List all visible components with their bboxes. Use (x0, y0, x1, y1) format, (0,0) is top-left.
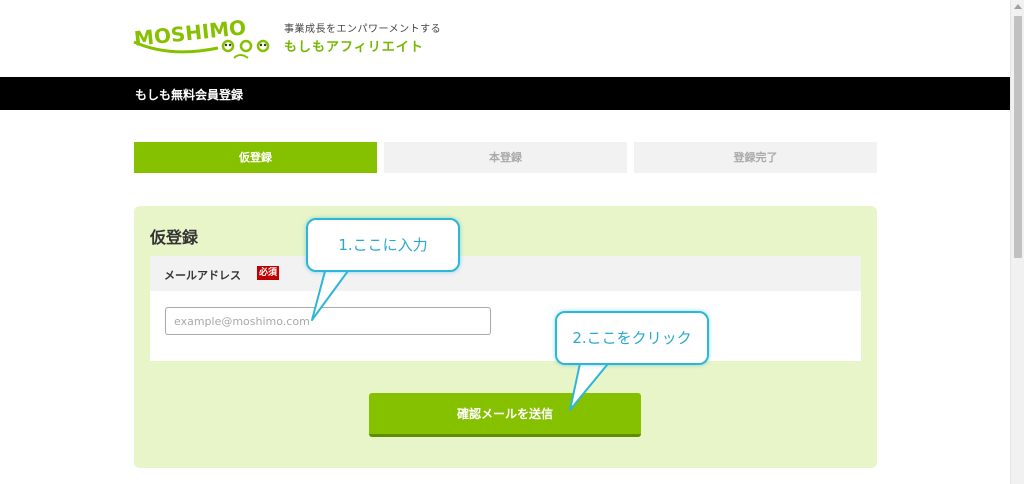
page-title: もしも無料会員登録 (135, 88, 244, 102)
email-field-body (150, 291, 861, 361)
step-registration-complete: 登録完了 (634, 142, 877, 173)
registration-steps: 仮登録 本登録 登録完了 (134, 142, 877, 173)
scroll-up-arrow-icon[interactable] (1014, 4, 1022, 9)
step-provisional-registration: 仮登録 (134, 142, 377, 173)
form-title: 仮登録 (150, 228, 199, 247)
registration-form-panel: 仮登録 メールアドレス 必須 確認メールを送信 (134, 206, 877, 468)
moshimo-logo[interactable]: MOSHIMO (130, 14, 275, 64)
vertical-scrollbar[interactable] (1010, 0, 1024, 484)
email-label: メールアドレス (164, 269, 241, 282)
email-field-header: メールアドレス 必須 (150, 256, 861, 291)
callout-enter-here: 1.ここに入力 (306, 218, 460, 272)
required-badge: 必須 (257, 266, 280, 280)
site-header: MOSHIMO 事業成長をエンパワーメントする もしもアフィリエイト (0, 0, 1010, 77)
tagline: 事業成長をエンパワーメントする (284, 24, 442, 35)
page-title-bar: もしも無料会員登録 (0, 77, 1010, 110)
brand-name: もしもアフィリエイト (284, 40, 424, 55)
step-full-registration: 本登録 (384, 142, 627, 173)
scrollbar-thumb[interactable] (1014, 16, 1022, 258)
callout-click-here: 2.ここをクリック (555, 311, 709, 365)
